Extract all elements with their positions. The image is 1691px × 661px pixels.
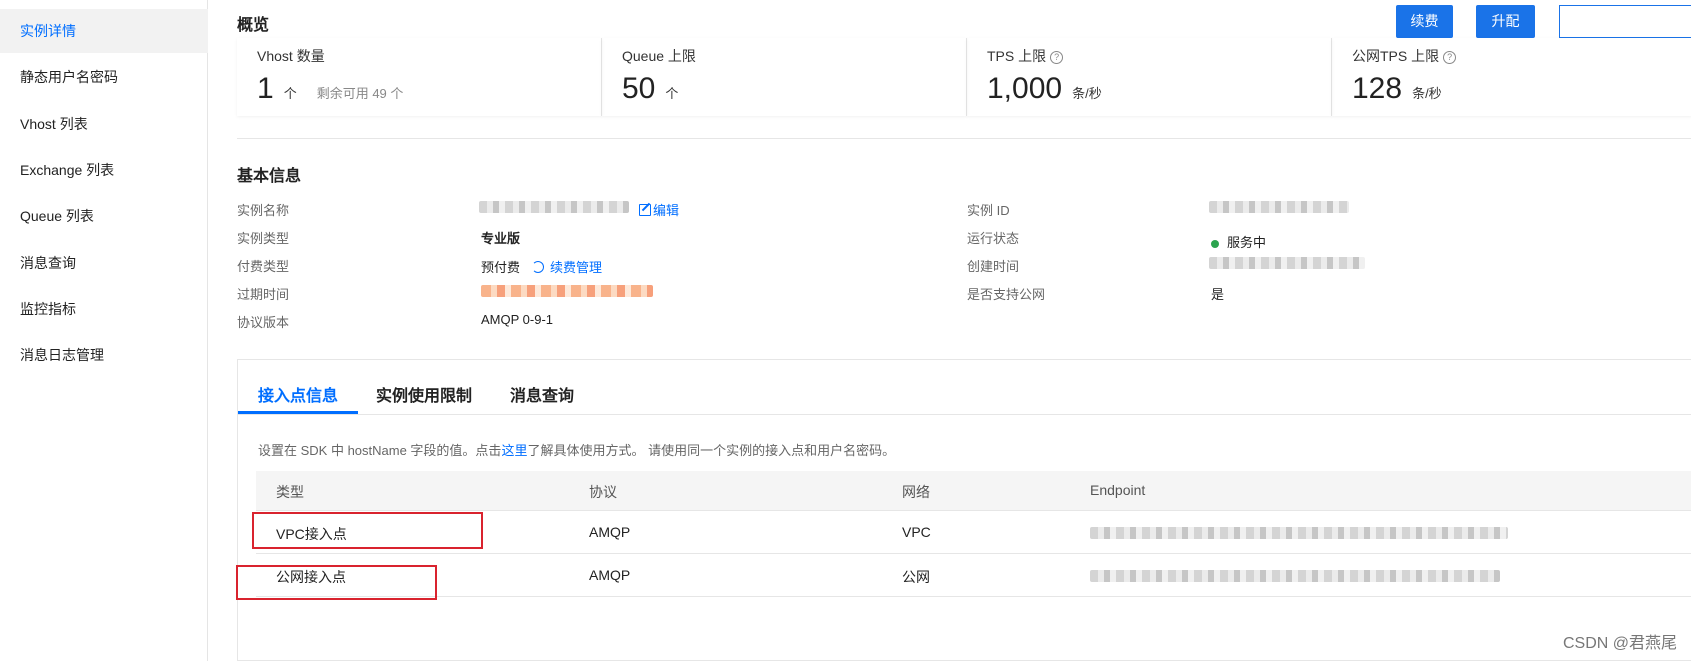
stat-unit: 条/秒 xyxy=(1072,86,1102,101)
stat-value: 1,000 xyxy=(987,72,1063,105)
tip-here-link[interactable]: 这里 xyxy=(501,443,527,458)
overview-stats: Vhost 数量 1 个剩余可用 49 个 Queue 上限 50 个 TPS 上限… xyxy=(237,38,1691,116)
stat-tps-limit: TPS 上限? 1,000 条/秒 xyxy=(967,38,1332,116)
value-run-status: 服务中 xyxy=(1211,232,1266,251)
stat-value: 1 xyxy=(257,72,274,105)
create-time-redacted xyxy=(1209,257,1365,269)
cell-protocol: AMQP xyxy=(589,524,631,540)
stat-value-row: 50 个 xyxy=(622,72,678,106)
endpoint-panel: 接入点信息 实例使用限制 消息查询 设置在 SDK 中 hostName 字段的… xyxy=(237,359,1691,661)
stat-unit: 条/秒 xyxy=(1412,86,1442,101)
sidebar-item-monitoring[interactable]: 监控指标 xyxy=(0,287,208,331)
stat-queue-limit: Queue 上限 50 个 xyxy=(602,38,967,116)
basic-info-title: 基本信息 xyxy=(237,168,302,185)
main-content: 概览 续费 升配 Vhost 数量 1 个剩余可用 49 个 Queue 上限 5… xyxy=(209,0,1691,661)
value-protocol-version: AMQP 0-9-1 xyxy=(481,312,554,327)
active-tab-indicator xyxy=(238,411,358,414)
stat-note: 剩余可用 49 个 xyxy=(316,86,404,101)
stat-label: TPS 上限 xyxy=(987,48,1047,64)
endpoint-redacted xyxy=(1090,527,1508,539)
sidebar-item-message-logs[interactable]: 消息日志管理 xyxy=(0,333,208,377)
stat-public-tps-limit: 公网TPS 上限? 128 条/秒 xyxy=(1332,38,1691,116)
label-protocol-version: 协议版本 xyxy=(237,315,290,330)
divider xyxy=(237,138,1691,139)
highlight-box-public xyxy=(236,565,437,600)
sidebar-item-vhost-list[interactable]: Vhost 列表 xyxy=(0,102,208,146)
tab-endpoint-info[interactable]: 接入点信息 xyxy=(258,382,338,406)
label-run-status: 运行状态 xyxy=(967,231,1020,246)
edit-instance-name-link[interactable]: 编辑 xyxy=(639,200,679,219)
sidebar-item-message-query[interactable]: 消息查询 xyxy=(0,241,208,285)
instance-id-redacted xyxy=(1209,201,1349,213)
sidebar: 实例详情 静态用户名密码 Vhost 列表 Exchange 列表 Queue … xyxy=(0,0,208,661)
expire-time-redacted xyxy=(481,285,653,297)
stat-value: 50 xyxy=(622,72,656,105)
table-row: 公网接入点 AMQP 公网 xyxy=(256,554,1691,597)
stat-unit: 个 xyxy=(665,86,679,101)
stat-vhost-count: Vhost 数量 1 个 剩余可用 49 个 xyxy=(237,38,602,116)
status-text: 服务中 xyxy=(1227,235,1267,250)
label-instance-type: 实例类型 xyxy=(237,231,290,246)
endpoint-tip: 设置在 SDK 中 hostName 字段的值。点击这里了解具体使用方式。 请使… xyxy=(258,440,895,459)
instance-name-redacted xyxy=(479,201,629,213)
stat-label: Vhost 数量 xyxy=(257,48,325,64)
highlight-box-vpc xyxy=(252,512,483,549)
tab-message-query[interactable]: 消息查询 xyxy=(510,382,574,406)
cell-protocol: AMQP xyxy=(589,567,631,583)
stat-value-row: 1 个 剩余可用 49 个 xyxy=(257,72,403,106)
column-header-type: 类型 xyxy=(276,484,304,500)
renew-button[interactable]: 续费 xyxy=(1396,5,1453,38)
stat-value: 128 xyxy=(1352,72,1403,105)
endpoint-redacted xyxy=(1090,570,1500,582)
sidebar-item-queue-list[interactable]: Queue 列表 xyxy=(0,194,208,238)
renewal-management-label: 续费管理 xyxy=(550,260,603,275)
stat-label-row: TPS 上限? xyxy=(987,46,1064,66)
upgrade-button[interactable]: 升配 xyxy=(1476,5,1535,38)
stat-label: 公网TPS 上限 xyxy=(1352,48,1440,64)
sidebar-item-instance-detail[interactable]: 实例详情 xyxy=(0,9,208,53)
value-public-network: 是 xyxy=(1211,287,1225,302)
table-header: 类型 协议 网络 Endpoint xyxy=(256,471,1691,511)
label-payment-type: 付费类型 xyxy=(237,259,290,274)
watermark: CSDN @君燕尾 xyxy=(1562,635,1677,652)
label-public-network: 是否支持公网 xyxy=(967,287,1046,302)
cell-network: VPC xyxy=(902,524,931,540)
help-icon[interactable]: ? xyxy=(1050,50,1064,64)
label-expire-time: 过期时间 xyxy=(237,287,290,302)
stat-unit: 个 xyxy=(283,86,297,101)
edit-label: 编辑 xyxy=(653,203,680,218)
label-create-time: 创建时间 xyxy=(967,259,1020,274)
renewal-management-link[interactable]: 续费管理 xyxy=(532,257,602,276)
more-button[interactable] xyxy=(1559,5,1691,38)
help-icon[interactable]: ? xyxy=(1443,50,1457,64)
stat-value-row: 1,000 条/秒 xyxy=(987,72,1102,106)
tab-bar: 接入点信息 实例使用限制 消息查询 xyxy=(238,360,1691,415)
column-header-endpoint: Endpoint xyxy=(1090,482,1146,498)
renew-icon xyxy=(532,261,544,273)
column-header-protocol: 协议 xyxy=(589,484,617,500)
stat-label-row: 公网TPS 上限? xyxy=(1352,46,1457,66)
sidebar-item-static-credentials[interactable]: 静态用户名密码 xyxy=(0,55,208,99)
value-payment-type: 预付费 xyxy=(481,260,521,275)
stat-label: Queue 上限 xyxy=(622,48,696,64)
sidebar-item-exchange-list[interactable]: Exchange 列表 xyxy=(0,148,208,192)
edit-icon xyxy=(639,204,651,216)
value-instance-type: 专业版 xyxy=(481,231,521,246)
stat-value-row: 128 条/秒 xyxy=(1352,72,1442,106)
cell-network: 公网 xyxy=(902,569,930,585)
label-instance-name: 实例名称 xyxy=(237,203,290,218)
overview-title: 概览 xyxy=(237,17,270,34)
label-instance-id: 实例 ID xyxy=(967,203,1010,218)
column-header-network: 网络 xyxy=(902,484,930,500)
tip-text-after: 了解具体使用方式。 请使用同一个实例的接入点和用户名密码。 xyxy=(527,443,896,458)
tab-instance-limits[interactable]: 实例使用限制 xyxy=(376,382,472,406)
tip-text-before: 设置在 SDK 中 hostName 字段的值。点击 xyxy=(258,443,502,458)
status-dot xyxy=(1211,239,1219,248)
